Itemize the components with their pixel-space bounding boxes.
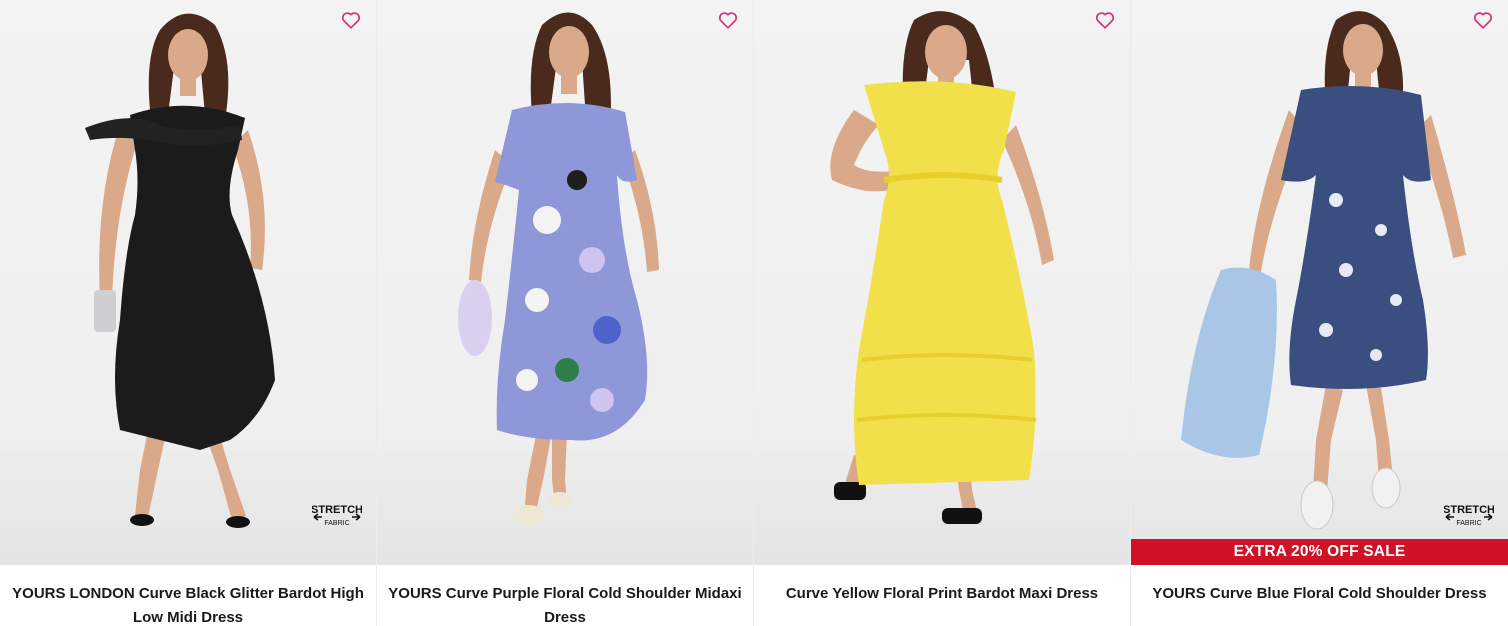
dress-shape xyxy=(1281,86,1431,389)
product-card[interactable]: STRETCH FABRIC EXTRA 20% OFF SALE YOURS … xyxy=(1131,0,1508,626)
stretch-fabric-badge-icon: STRETCH FABRIC xyxy=(1444,504,1494,527)
svg-text:STRETCH: STRETCH xyxy=(312,504,362,516)
svg-text:FABRIC: FABRIC xyxy=(1456,520,1481,527)
model-figure xyxy=(830,11,1054,524)
product-grid: STRETCH FABRIC YOURS LONDON Curve Black … xyxy=(0,0,1508,626)
dress-shape xyxy=(495,102,648,441)
wishlist-heart-icon[interactable] xyxy=(1472,9,1494,31)
product-title[interactable]: YOURS Curve Purple Floral Cold Shoulder … xyxy=(377,565,753,626)
wishlist-heart-icon[interactable] xyxy=(1094,9,1116,31)
product-image[interactable]: STRETCH FABRIC EXTRA 20% OFF SALE xyxy=(1131,0,1508,565)
promo-banner: EXTRA 20% OFF SALE xyxy=(1131,539,1508,565)
product-card[interactable]: STRETCH FABRIC YOURS LONDON Curve Black … xyxy=(0,0,377,626)
model-figure xyxy=(85,13,275,528)
product-card[interactable]: YOURS Curve Purple Floral Cold Shoulder … xyxy=(377,0,754,626)
svg-text:STRETCH: STRETCH xyxy=(1444,504,1494,516)
product-title[interactable]: YOURS Curve Blue Floral Cold Shoulder Dr… xyxy=(1131,565,1508,606)
product-title[interactable]: Curve Yellow Floral Print Bardot Maxi Dr… xyxy=(754,565,1130,606)
stretch-fabric-badge-icon: STRETCH FABRIC xyxy=(312,504,362,527)
product-image[interactable] xyxy=(754,0,1130,565)
product-image[interactable] xyxy=(377,0,753,565)
product-image[interactable]: STRETCH FABRIC xyxy=(0,0,376,565)
product-title[interactable]: YOURS LONDON Curve Black Glitter Bardot … xyxy=(0,565,376,626)
svg-text:FABRIC: FABRIC xyxy=(324,520,349,527)
model-figure xyxy=(1181,11,1466,530)
wishlist-heart-icon[interactable] xyxy=(340,9,362,31)
wishlist-heart-icon[interactable] xyxy=(717,9,739,31)
product-card[interactable]: Curve Yellow Floral Print Bardot Maxi Dr… xyxy=(754,0,1131,626)
model-figure xyxy=(458,12,659,525)
